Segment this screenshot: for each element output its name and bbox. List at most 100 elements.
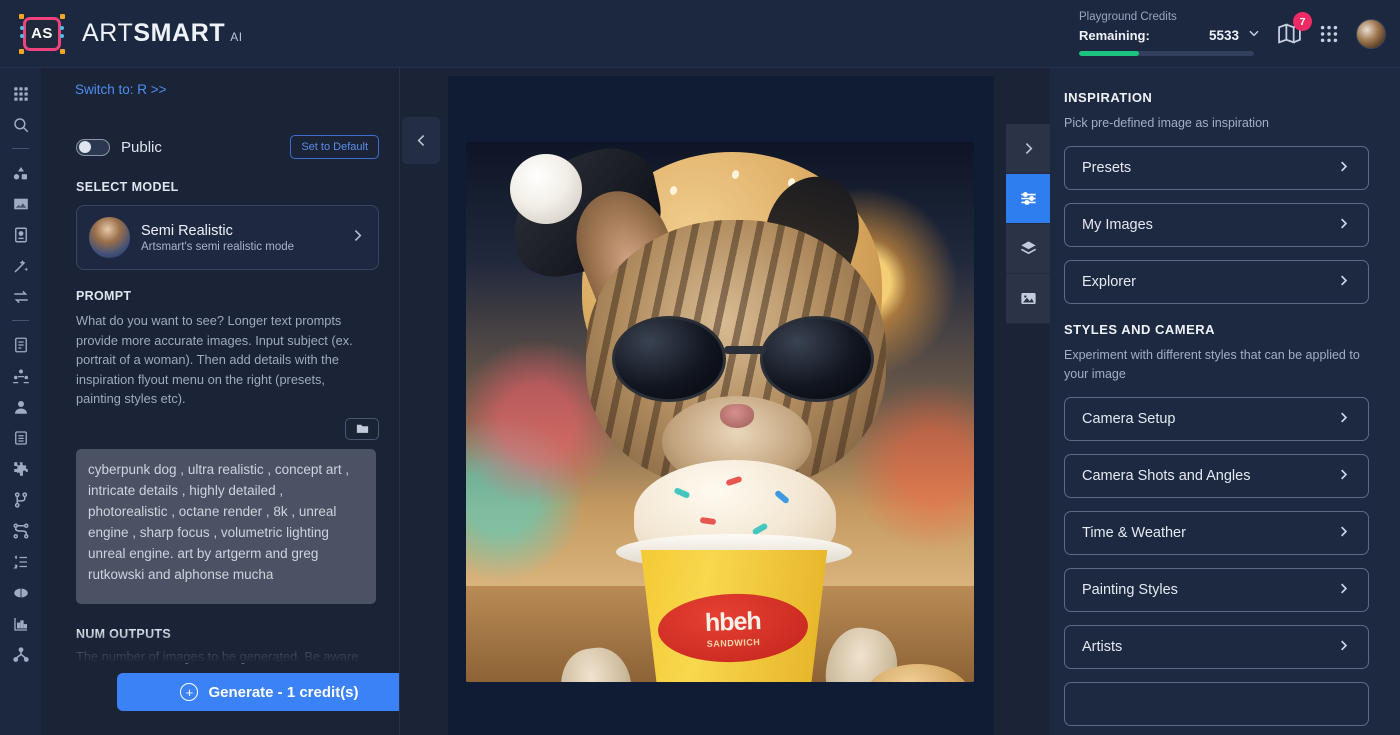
rail-item-chart[interactable] bbox=[0, 608, 41, 639]
apps-grid-button[interactable] bbox=[1318, 23, 1340, 45]
rail-item-magic-wand[interactable] bbox=[0, 250, 41, 281]
chevron-right-icon bbox=[1336, 524, 1351, 543]
user-icon bbox=[14, 400, 27, 414]
styles-item-next-partial[interactable] bbox=[1064, 682, 1369, 726]
rail-item-ordered-list[interactable] bbox=[0, 546, 41, 577]
rail-item-list[interactable] bbox=[0, 422, 41, 453]
rail-divider-1 bbox=[12, 148, 29, 149]
guide-book-button[interactable]: 7 bbox=[1277, 12, 1312, 46]
ordered-list-icon bbox=[12, 554, 27, 569]
left-panel-content: Public Set to Default SELECT MODEL Semi … bbox=[61, 135, 379, 664]
chevron-right-icon bbox=[1336, 581, 1351, 600]
styles-item-camera-shots-and-angles[interactable]: Camera Shots and Angles bbox=[1064, 454, 1369, 498]
rail-item-user[interactable] bbox=[0, 391, 41, 422]
document-icon bbox=[14, 337, 27, 352]
inspiration-item-label: Presets bbox=[1082, 160, 1132, 176]
brand-part-art: ART bbox=[82, 19, 134, 47]
generate-button[interactable]: + Generate - 1 credit(s) bbox=[117, 673, 399, 711]
logo-dot-l1 bbox=[20, 25, 24, 30]
layers-button[interactable] bbox=[1006, 224, 1050, 274]
app-body: Switch to: R >> Public Set to Default SE… bbox=[0, 68, 1400, 735]
logo-handle-tr bbox=[60, 13, 65, 19]
chevron-right-icon bbox=[1336, 467, 1351, 486]
inspiration-subtitle: Pick pre-defined image as inspiration bbox=[1064, 116, 1269, 130]
share-nodes-icon bbox=[12, 646, 29, 662]
chevron-right-icon bbox=[1336, 216, 1351, 235]
rail-item-document[interactable] bbox=[0, 329, 41, 360]
rail-item-group-users[interactable] bbox=[0, 360, 41, 391]
playground-credits[interactable]: Playground Credits Remaining: 5533 bbox=[1079, 11, 1261, 56]
chevron-down-icon[interactable] bbox=[1247, 26, 1261, 45]
credits-progress-fill bbox=[1079, 51, 1139, 56]
styles-item-artists[interactable]: Artists bbox=[1064, 625, 1369, 669]
prompt-description: What do you want to see? Longer text pro… bbox=[76, 313, 353, 407]
rail-item-image[interactable] bbox=[0, 188, 41, 219]
settings-left-panel: Switch to: R >> Public Set to Default SE… bbox=[41, 68, 400, 735]
shapes-icon bbox=[13, 166, 27, 179]
sliders-icon bbox=[1020, 192, 1036, 205]
canvas-tool-strip bbox=[1006, 124, 1050, 324]
credits-remaining-value: 5533 bbox=[1208, 28, 1239, 43]
chevron-right-icon bbox=[1336, 273, 1351, 292]
styles-title: STYLES AND CAMERA bbox=[1064, 322, 1216, 337]
logo-dot-l2 bbox=[20, 33, 24, 38]
expand-panel-button[interactable] bbox=[1006, 124, 1050, 174]
image-icon bbox=[13, 198, 28, 209]
styles-item-painting-styles[interactable]: Painting Styles bbox=[1064, 568, 1369, 612]
inspiration-item-label: My Images bbox=[1082, 217, 1153, 233]
toggle-knob bbox=[79, 141, 91, 153]
inspiration-item-my-images[interactable]: My Images bbox=[1064, 203, 1369, 247]
rail-item-network[interactable] bbox=[0, 515, 41, 546]
artwork-lens-left bbox=[612, 316, 726, 402]
rail-item-shapes[interactable] bbox=[0, 157, 41, 188]
search-icon bbox=[13, 117, 28, 132]
rail-item-apps-grid[interactable] bbox=[0, 78, 41, 109]
num-outputs-label: NUM OUTPUTS bbox=[76, 626, 171, 641]
num-outputs-description: The number of images to be generated. Be… bbox=[76, 648, 359, 664]
switch-to-r-link[interactable]: Switch to: R >> bbox=[61, 68, 167, 97]
rail-item-brain[interactable] bbox=[0, 577, 41, 608]
public-toggle[interactable] bbox=[76, 138, 110, 156]
inspiration-item-explorer[interactable]: Explorer bbox=[1064, 260, 1369, 304]
user-avatar[interactable] bbox=[1356, 18, 1386, 49]
header-right-cluster: Playground Credits Remaining: 5533 7 bbox=[1079, 11, 1400, 56]
gallery-button[interactable] bbox=[1006, 274, 1050, 324]
prompt-folder-button[interactable] bbox=[345, 417, 379, 440]
collapse-left-panel-button[interactable] bbox=[402, 117, 440, 164]
cup-logo-line2: SANDWICH bbox=[706, 637, 761, 649]
panel-spacer bbox=[1064, 304, 1386, 322]
rail-item-id-card[interactable] bbox=[0, 219, 41, 250]
model-thumbnail bbox=[89, 217, 130, 258]
set-to-default-button[interactable]: Set to Default bbox=[290, 135, 379, 159]
model-selector-card[interactable]: Semi Realistic Artsmart's semi realistic… bbox=[76, 205, 379, 270]
logo-handle-br bbox=[60, 48, 65, 54]
inspiration-right-panel: INSPIRATION Pick pre-defined image as in… bbox=[1050, 68, 1400, 735]
generated-artwork[interactable]: hbeh SANDWICH bbox=[466, 142, 974, 682]
styles-item-camera-setup[interactable]: Camera Setup bbox=[1064, 397, 1369, 441]
public-toggle-label: Public bbox=[121, 138, 162, 156]
artwork-bridge bbox=[724, 346, 766, 354]
rail-item-puzzle[interactable] bbox=[0, 453, 41, 484]
credits-row: Remaining: 5533 bbox=[1079, 26, 1261, 45]
cup-logo-line1: hbeh bbox=[704, 607, 762, 637]
public-toggle-row: Public Set to Default bbox=[76, 135, 379, 159]
prompt-input[interactable] bbox=[76, 448, 376, 604]
model-texts: Semi Realistic Artsmart's semi realistic… bbox=[141, 223, 338, 253]
inspiration-item-presets[interactable]: Presets bbox=[1064, 146, 1369, 190]
prompt-label: PROMPT bbox=[76, 289, 132, 303]
rail-item-branch[interactable] bbox=[0, 484, 41, 515]
credits-progress-bar bbox=[1079, 51, 1254, 56]
rail-item-transfer[interactable] bbox=[0, 281, 41, 312]
brand-logo[interactable]: AS ARTSMART AI bbox=[0, 10, 243, 58]
rail-item-share-nodes[interactable] bbox=[0, 639, 41, 670]
styles-item-time-and-weather[interactable]: Time & Weather bbox=[1064, 511, 1369, 555]
model-title: Semi Realistic bbox=[141, 222, 233, 239]
magic-wand-icon bbox=[13, 259, 28, 273]
puzzle-icon bbox=[13, 461, 28, 476]
logo-handle-bl bbox=[19, 48, 24, 54]
transfer-arrows-icon bbox=[13, 290, 28, 303]
chevron-right-icon bbox=[1336, 410, 1351, 429]
rail-item-search[interactable] bbox=[0, 109, 41, 140]
chevron-right-icon bbox=[1025, 142, 1032, 155]
settings-sliders-button[interactable] bbox=[1006, 174, 1050, 224]
